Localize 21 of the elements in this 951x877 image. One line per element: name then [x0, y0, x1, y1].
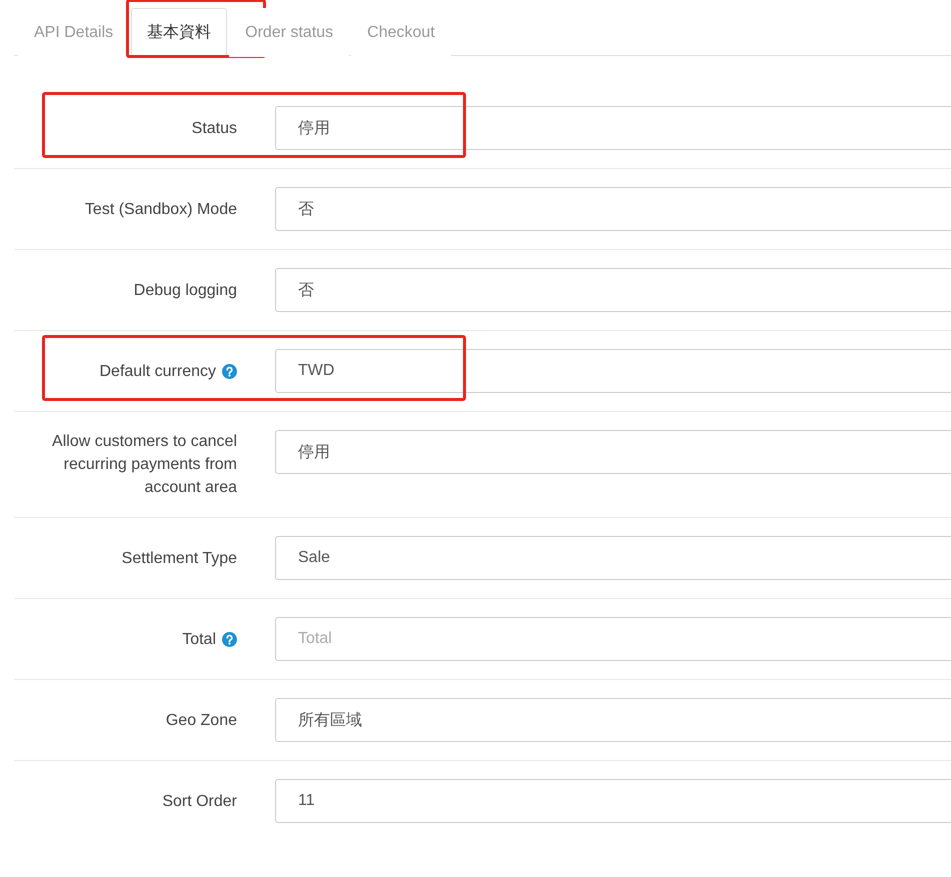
input-field[interactable]: 否 [275, 268, 951, 312]
input-field[interactable]: 否 [275, 187, 951, 231]
input-field[interactable]: Sale [275, 536, 951, 580]
field-label: Status [192, 118, 237, 138]
input-field[interactable]: 所有區域 [275, 698, 951, 742]
input-field[interactable]: 11 [275, 779, 951, 823]
input-field[interactable]: TWD [275, 349, 951, 393]
input-field[interactable]: Total [275, 617, 951, 661]
field-label: Sort Order [162, 792, 237, 812]
field-label: Test (Sandbox) Mode [84, 200, 237, 220]
field-label: Settlement Type [122, 548, 237, 568]
field-label: Debug logging [134, 280, 237, 300]
field-label: Total [182, 630, 216, 650]
field-label: Allow customers to cancel recurring payments from account area [51, 432, 237, 498]
help-icon[interactable] [222, 632, 237, 646]
input-field[interactable]: 停用 [275, 106, 951, 150]
help-icon[interactable] [222, 364, 237, 378]
tab[interactable]: 基本資料 [131, 8, 228, 57]
field-label: Default currency [100, 362, 216, 382]
input-field[interactable]: 停用 [275, 430, 951, 474]
field-label: Geo Zone [166, 710, 237, 730]
